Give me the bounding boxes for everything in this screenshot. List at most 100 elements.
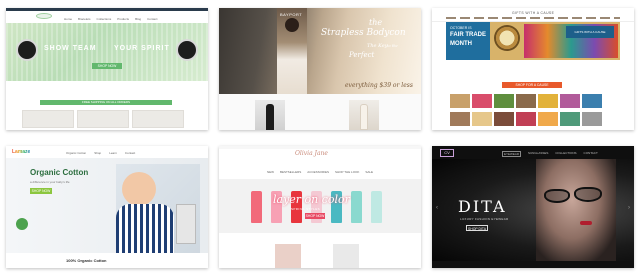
shirt-swatch <box>251 191 262 223</box>
store-logo[interactable]: CV <box>440 149 454 157</box>
hero-banner[interactable]: Organic Cotton a difference in your baby… <box>6 158 208 253</box>
hero-banner[interactable]: SHOW TEAM YOUR SPIRIT SHOP NOW <box>6 23 208 81</box>
store-card-organic-baby[interactable]: Lamaze Organic Cotton Shop Learn Contact… <box>6 146 208 268</box>
hero-subtitle: LUXURY FASHION EYEWEAR <box>460 217 509 221</box>
product-thumb[interactable] <box>132 110 184 128</box>
nav-item[interactable]: COLLECTIONS <box>555 151 576 157</box>
nav-item[interactable]: ACCESSORIES <box>307 170 329 174</box>
product-thumb[interactable] <box>494 112 514 126</box>
product-thumb[interactable] <box>450 112 470 126</box>
top-utility-bar <box>219 146 421 149</box>
glasses-right-lens <box>574 187 602 202</box>
banner-line-1: OCTOBER IS <box>450 26 472 30</box>
nav-item[interactable]: SUNGLASSES <box>528 151 548 157</box>
hero-text-left: SHOW TEAM <box>44 45 97 52</box>
shirt-swatch <box>371 191 382 223</box>
carousel-next-icon[interactable]: › <box>628 205 630 211</box>
team-logo-right-icon <box>176 39 198 61</box>
product-thumb[interactable] <box>582 94 602 108</box>
product-image[interactable] <box>255 100 285 130</box>
product-thumb[interactable] <box>22 110 74 128</box>
baby-outfit <box>116 204 174 253</box>
footer-headline: 100% Organic Cotton <box>66 258 107 263</box>
store-card-dita-eyewear[interactable]: CV EYEWEAR SUNGLASSES COLLECTIONS CONTAC… <box>432 146 634 268</box>
nav-item[interactable]: Blog <box>135 17 141 21</box>
product-thumb[interactable] <box>516 94 536 108</box>
product-thumbnails <box>22 110 184 128</box>
hero-cta-button[interactable]: SHOP NOW <box>30 188 52 194</box>
main-nav[interactable] <box>446 17 620 19</box>
hero-banner[interactable]: OCTOBER IS FAIR TRADE MONTH GIFTS WITH A… <box>446 22 620 60</box>
site-header: GIFTS WITH A CAUSE <box>432 8 634 22</box>
nav-item[interactable]: SALE <box>365 170 373 174</box>
nav-item[interactable]: BESTSELLERS <box>280 170 301 174</box>
hero-banner[interactable]: DITA LUXURY FASHION EYEWEAR SHOP DITA ‹ … <box>432 159 634 261</box>
hero-cta-button[interactable]: SHOP DITA <box>466 225 488 231</box>
cause-badge: GIFTS WITH A CAUSE <box>566 26 614 38</box>
banner-text-panel: OCTOBER IS FAIR TRADE MONTH <box>446 22 490 60</box>
nav-item[interactable]: Collections <box>97 17 112 21</box>
product-thumb[interactable] <box>538 112 558 126</box>
dress-black <box>266 104 274 130</box>
product-image[interactable] <box>275 244 301 268</box>
nav-item[interactable]: Bracelets <box>78 17 91 21</box>
product-row <box>450 112 602 126</box>
product-thumb[interactable] <box>560 94 580 108</box>
nav-item[interactable]: CONTACT <box>584 151 598 157</box>
store-card-gifts-with-cause[interactable]: GIFTS WITH A CAUSE OCTOBER IS FAIR TRADE… <box>432 8 634 130</box>
product-thumb[interactable] <box>560 112 580 126</box>
product-thumb[interactable] <box>450 94 470 108</box>
product-thumb[interactable] <box>582 112 602 126</box>
nav-item[interactable]: Contact <box>125 151 135 155</box>
store-card-fashion-bodycon[interactable]: BAYPORT the Strapless Bodycon The Key to… <box>219 8 421 130</box>
shirt-swatch <box>351 191 362 223</box>
hero-banner[interactable]: layer on color SPRING STYLES SHOP NOW <box>219 179 421 233</box>
store-logo[interactable]: BAYPORT <box>280 12 302 17</box>
shipping-notice-bar: FREE SHIPPING ON ALL ORDERS <box>40 100 172 105</box>
product-image[interactable] <box>349 100 379 130</box>
carousel-prev-icon[interactable]: ‹ <box>436 205 438 211</box>
hero-cta-button[interactable]: SHOP NOW <box>305 213 325 219</box>
hero-headline: DITA <box>458 197 507 216</box>
product-image[interactable] <box>333 244 359 268</box>
product-thumb[interactable] <box>538 94 558 108</box>
product-row <box>450 94 602 108</box>
nav-item[interactable]: Home <box>64 17 72 21</box>
dress-white <box>360 104 368 130</box>
nav-item[interactable]: Products <box>117 17 129 21</box>
headline-product: Strapless Bodycon <box>321 28 406 38</box>
hero-subtitle: a difference in your baby's life <box>30 180 70 184</box>
product-thumb[interactable] <box>516 112 536 126</box>
team-logo-left-icon <box>16 39 38 61</box>
nav-item[interactable]: NEW <box>267 170 274 174</box>
hero-subtitle: SPRING STYLES <box>291 207 321 211</box>
hero-cta-button[interactable]: SHOP NOW <box>92 63 122 69</box>
nav-item[interactable]: SHOP THE LOOK <box>335 170 359 174</box>
store-logo[interactable] <box>36 13 52 19</box>
organic-badge-icon <box>16 218 28 230</box>
nav-item[interactable]: Shop <box>94 151 101 155</box>
hero-headline: Organic Cotton <box>30 168 89 177</box>
store-logo[interactable]: Olivia Jane <box>295 150 328 157</box>
store-tagline[interactable]: GIFTS WITH A CAUSE <box>512 11 554 15</box>
nav-item[interactable]: EYEWEAR <box>502 151 522 157</box>
store-card-sports-bracelets[interactable]: Home Bracelets Collections Products Blog… <box>6 8 208 130</box>
product-thumb[interactable] <box>494 94 514 108</box>
toy-phone-icon <box>176 204 196 244</box>
product-thumb[interactable] <box>472 112 492 126</box>
nav-item[interactable]: Contact <box>147 17 157 21</box>
product-thumb[interactable] <box>77 110 129 128</box>
product-strip <box>219 94 421 130</box>
product-thumb[interactable] <box>472 94 492 108</box>
subline-perfect: Perfect <box>349 51 375 59</box>
theme-gallery-grid: Home Bracelets Collections Products Blog… <box>0 0 640 276</box>
store-logo[interactable]: Lamaze <box>12 149 30 155</box>
banner-line-3: MONTH <box>450 41 472 47</box>
nav-item[interactable]: Organic Cotton <box>66 151 86 155</box>
hero-text-right: YOUR SPIRIT <box>114 45 170 52</box>
nav-item[interactable]: Learn <box>109 151 117 155</box>
subline-key: The Key <box>367 43 388 49</box>
cta-button[interactable]: SHOP FOR A CAUSE <box>502 82 562 88</box>
store-card-layer-on-color[interactable]: Olivia Jane NEW BESTSELLERS ACCESSORIES … <box>219 146 421 268</box>
bracelet-icon <box>494 25 520 51</box>
